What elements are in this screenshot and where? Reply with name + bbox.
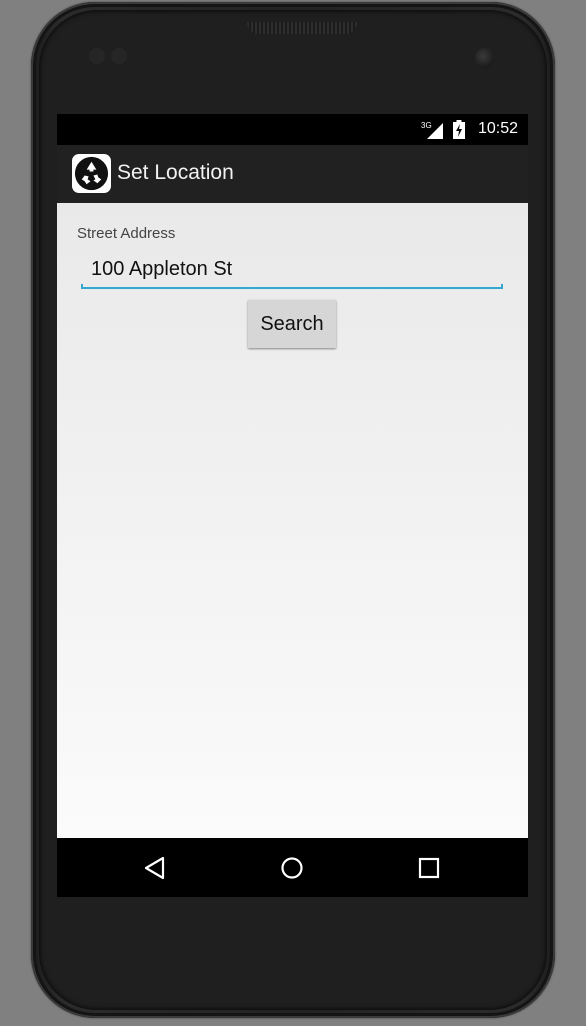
main-content: Street Address Search xyxy=(57,203,528,838)
navigation-bar xyxy=(57,838,528,897)
recents-square-icon[interactable] xyxy=(413,852,445,884)
light-sensor xyxy=(111,48,127,64)
recycle-icon[interactable] xyxy=(72,154,111,193)
device-screen: 3G 10:52 Set Location Street Address Sea xyxy=(57,114,528,897)
search-button[interactable]: Search xyxy=(248,300,336,348)
status-bar: 3G 10:52 xyxy=(57,114,528,145)
street-address-label: Street Address xyxy=(77,225,176,242)
input-underline xyxy=(81,284,503,289)
front-camera xyxy=(475,48,495,68)
network-type-label: 3G xyxy=(421,121,432,130)
page-title: Set Location xyxy=(117,161,234,184)
home-circle-icon[interactable] xyxy=(276,852,308,884)
battery-charging-icon xyxy=(453,120,465,139)
street-address-input[interactable] xyxy=(81,251,503,287)
earpiece-speaker xyxy=(247,22,357,34)
status-time: 10:52 xyxy=(477,120,518,137)
recycle-symbol-icon xyxy=(74,156,109,191)
back-triangle-icon[interactable] xyxy=(139,852,171,884)
action-bar: Set Location xyxy=(57,145,528,203)
signal-3g-icon: 3G xyxy=(421,121,443,139)
proximity-sensor xyxy=(89,48,105,64)
